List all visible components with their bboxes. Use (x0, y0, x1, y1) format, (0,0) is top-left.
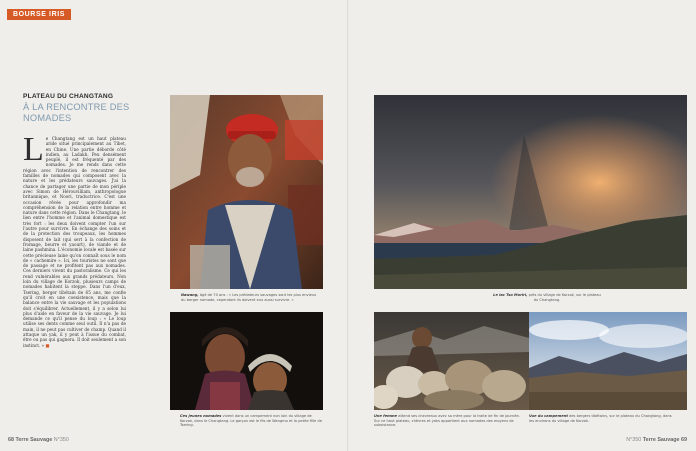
page-number-left: 68 (8, 437, 14, 443)
caption-children: Ces jeunes nomades vivent dans un campem… (180, 414, 325, 428)
caption-camp: Vue du campement des bergers tibétains, … (529, 414, 674, 423)
folio-left: 68 Terre Sauvage N°350 (8, 437, 69, 443)
caption-camp-name: Vue du campement (529, 414, 568, 418)
article-headline: À LA RENCONTRE DES NOMADES (23, 102, 130, 123)
article-text: e Changtang est un haut plateau aride si… (23, 136, 126, 348)
magazine-spread: BOURSE IRIS PLATEAU DU CHANGTANG À LA RE… (0, 0, 696, 451)
caption-woman-name: Une femme (374, 414, 398, 418)
photo-lake-storm (374, 95, 687, 289)
folio-right: N°350 Terre Sauvage 69 (626, 437, 687, 443)
article-kicker: PLATEAU DU CHANGTANG (23, 93, 114, 100)
caption-woman: Une femme attend ses chevreaux avec sa m… (374, 414, 524, 428)
magazine-name-right: Terre Sauvage (642, 437, 680, 443)
issue-number-left: N°350 (53, 437, 69, 443)
caption-nawang-text: âgé de 70 ans : « Les prédateurs sauvage… (181, 293, 317, 302)
section-badge: BOURSE IRIS (7, 9, 71, 20)
end-mark-icon: ■ (45, 342, 50, 348)
photo-nomad-children (170, 312, 323, 410)
photo-portrait-nawang (170, 95, 323, 289)
caption-nawang-name: Nawang, (181, 293, 199, 297)
caption-nawang: Nawang, âgé de 70 ans : « Les prédateurs… (181, 293, 321, 302)
caption-children-name: Ces jeunes nomades (180, 414, 222, 418)
caption-lake-name: Le lac Tso Moriri, (493, 293, 528, 297)
caption-lake-text: près du village de Korzok, sur le platea… (527, 293, 601, 302)
page-gutter (347, 0, 349, 451)
magazine-name-left: Terre Sauvage (15, 437, 53, 443)
caption-lake: Le lac Tso Moriri, près du village de Ko… (492, 293, 602, 302)
drop-cap: L (23, 136, 44, 168)
article-body: L e Changtang est un haut plateau aride … (23, 136, 126, 426)
photo-camp-valley (529, 312, 687, 410)
page-number-right: 69 (681, 437, 687, 443)
photo-woman-goats (374, 312, 529, 410)
issue-number-right: N°350 (626, 437, 642, 443)
